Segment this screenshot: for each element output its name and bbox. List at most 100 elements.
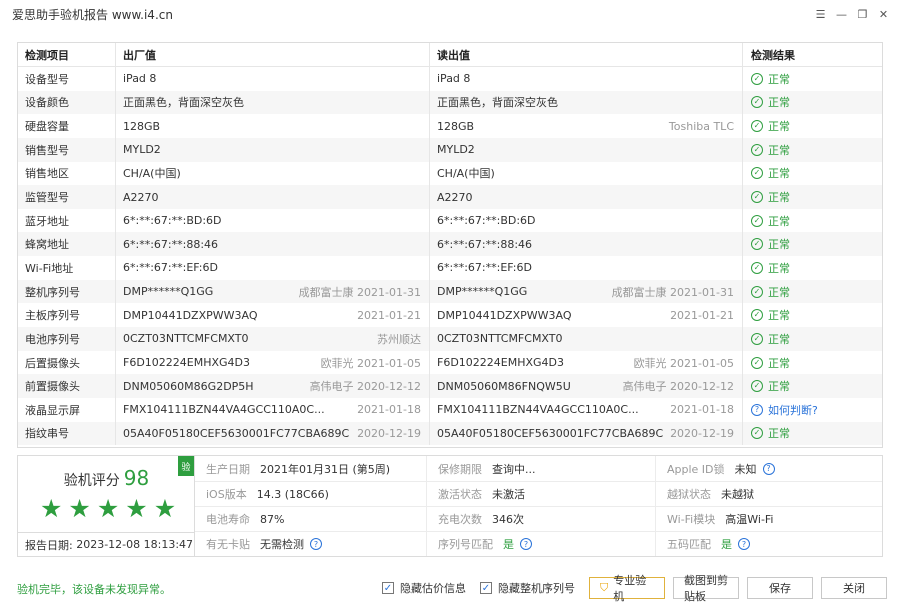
score-line: 验机评分 98: [18, 466, 195, 490]
question-icon: ?: [751, 403, 763, 416]
factory-cell: 6*:**:67:**:88:46: [116, 232, 430, 257]
read-cell: 6*:**:67:**:BD:6D: [430, 208, 743, 233]
factory-value: 正面黑色，背面深空灰色: [123, 96, 244, 110]
item-name: 蓝牙地址: [18, 208, 116, 233]
hide-serial-checkbox[interactable]: ✓ 隐藏整机序列号: [480, 580, 575, 596]
window-title: 爱思助手验机报告 www.i4.cn: [12, 7, 173, 22]
check-circle-icon: ✓: [751, 332, 763, 345]
report-date: 报告日期: 2023-12-08 18:13:47: [18, 532, 195, 556]
factory-note: 2020-12-19: [357, 426, 421, 440]
info-key: iOS版本: [206, 488, 247, 501]
info-cell: Wi-Fi模块 高温Wi-Fi: [656, 507, 882, 532]
result-ok: ✓ 正常: [751, 378, 790, 394]
factory-value: DMP10441DZXPWW3AQ: [123, 308, 258, 322]
help-icon[interactable]: ?: [738, 538, 750, 550]
help-icon[interactable]: ?: [762, 462, 775, 475]
result-text: 正常: [768, 191, 790, 205]
result-text: 正常: [768, 238, 790, 252]
hide-price-checkbox[interactable]: ✓ 隐藏估价信息: [382, 580, 466, 596]
info-key: 生产日期: [206, 462, 250, 476]
close-button[interactable]: 关闭: [821, 577, 887, 599]
check-circle-icon: ✓: [751, 309, 763, 322]
info-value: 未知: [734, 462, 757, 476]
table-row: 销售型号 MYLD2 MYLD2 ✓ 正常: [18, 137, 882, 162]
read-note: 2021-01-18: [670, 403, 734, 417]
help-icon[interactable]: ?: [310, 538, 322, 550]
read-note: Toshiba TLC: [668, 119, 734, 133]
factory-cell: DNM05060M86G2DP5H 高伟电子 2020-12-12: [116, 374, 430, 398]
result-text: 正常: [768, 380, 790, 394]
result-text: 正常: [768, 96, 790, 110]
result-text: 正常: [768, 261, 790, 275]
result-ok: ✓ 正常: [751, 94, 790, 110]
info-key: 激活状态: [438, 488, 482, 501]
factory-value: 05A40F05180CEF5630001FC77CBA689C: [123, 426, 350, 440]
read-value: CH/A(中国): [437, 167, 495, 181]
factory-cell: 05A40F05180CEF5630001FC77CBA689C 2020-12-…: [116, 421, 430, 446]
info-cell: 有无卡贴 无需检测?: [195, 532, 427, 556]
info-value: 2021年01月31日 (第5周): [260, 462, 391, 476]
device-info-grid: 生产日期 2021年01月31日 (第5周) 保修期限 查询中... Apple ID锁…: [195, 456, 882, 556]
factory-value: 0CZT03NTTCMFCMXT0: [123, 332, 249, 346]
read-cell: FMX104111BZN44VA4GCC110A0C... 2021-01-18: [430, 397, 743, 422]
result-ok: ✓ 正常: [751, 165, 790, 181]
read-value: DNM05060M86FNQW5U: [437, 379, 571, 393]
info-value: 查询中...: [492, 462, 536, 476]
item-name: 设备颜色: [18, 90, 116, 115]
result-cell: ✓ 正常: [743, 138, 882, 162]
factory-note: 苏州顺达: [377, 332, 421, 346]
footer: 验机完毕，该设备未发现异常。 ✓ 隐藏估价信息 ✓ 隐藏整机序列号 ⛉ 专业验机 …: [17, 574, 887, 603]
check-circle-icon: ✓: [751, 167, 763, 180]
info-key: Wi-Fi模块: [667, 513, 716, 526]
result-ok: ✓ 正常: [751, 71, 790, 87]
item-name: 液晶显示屏: [18, 397, 116, 422]
score-value: 98: [123, 466, 150, 490]
checkbox-checked-icon[interactable]: ✓: [480, 582, 492, 594]
checkbox-checked-icon[interactable]: ✓: [382, 582, 394, 594]
item-name: 销售型号: [18, 137, 116, 162]
result-ok: ✓ 正常: [751, 236, 790, 252]
result-cell: ✓ 正常: [743, 256, 882, 280]
result-cell: ✓ 正常: [743, 422, 882, 446]
copy-screenshot-button[interactable]: 截图到剪贴板: [673, 574, 739, 603]
pro-inspect-button[interactable]: ⛉ 专业验机: [589, 574, 665, 603]
result-ok: ✓ 正常: [751, 331, 790, 347]
minimize-icon[interactable]: —: [831, 4, 852, 24]
factory-value: DMP******Q1GG: [123, 285, 214, 299]
result-text: 正常: [768, 332, 790, 346]
item-name: 销售地区: [18, 161, 116, 186]
info-cell: 越狱状态 未越狱: [656, 482, 882, 507]
result-text: 正常: [768, 427, 790, 441]
info-key: 五码匹配: [667, 538, 711, 551]
restore-icon[interactable]: ❐: [852, 4, 873, 24]
factory-value: A2270: [123, 190, 159, 204]
read-value: F6D102224EMHXG4D3: [437, 356, 565, 369]
info-value: 未激活: [492, 488, 525, 501]
check-circle-icon: ✓: [751, 214, 763, 227]
help-icon[interactable]: ?: [520, 538, 532, 550]
star-rating: ★ ★ ★ ★ ★: [40, 496, 176, 521]
footer-actions: ✓ 隐藏估价信息 ✓ 隐藏整机序列号 ⛉ 专业验机 截图到剪贴板 保存 关闭: [382, 574, 887, 603]
info-key: 充电次数: [438, 513, 482, 526]
info-key: 越狱状态: [667, 488, 711, 501]
result-text: 正常: [768, 356, 790, 370]
read-cell: DNM05060M86FNQW5U 高伟电子 2020-12-12: [430, 374, 743, 398]
inspection-table: 检测项目 出厂值 读出值 检测结果 设备型号 iPad 8 iPad 8 ✓ 正常 设备颜…: [17, 42, 883, 448]
read-note: 2021-01-21: [670, 308, 734, 322]
result-cell: ✓ 正常: [743, 114, 882, 138]
close-icon[interactable]: ✕: [873, 4, 894, 24]
read-cell: 正面黑色，背面深空灰色: [430, 90, 743, 115]
menu-icon[interactable]: ☰: [810, 4, 831, 24]
item-name: 后置摄像头: [18, 350, 116, 375]
result-question[interactable]: ? 如何判断?: [751, 402, 818, 418]
result-cell: ✓ 正常: [743, 303, 882, 327]
result-text: 正常: [768, 72, 790, 86]
table-row: 监管型号 A2270 A2270 ✓ 正常: [18, 185, 882, 209]
read-cell: 05A40F05180CEF5630001FC77CBA689C 2020-12-…: [430, 421, 743, 446]
result-cell: ✓ 正常: [743, 162, 882, 186]
info-cell: 生产日期 2021年01月31日 (第5周): [195, 456, 427, 482]
save-button[interactable]: 保存: [747, 577, 813, 599]
info-value: 无需检测: [260, 538, 304, 551]
table-row: 电池序列号 0CZT03NTTCMFCMXT0 苏州顺达 0CZT03NTTCMFCM…: [18, 327, 882, 351]
read-cell: A2270: [430, 185, 743, 209]
